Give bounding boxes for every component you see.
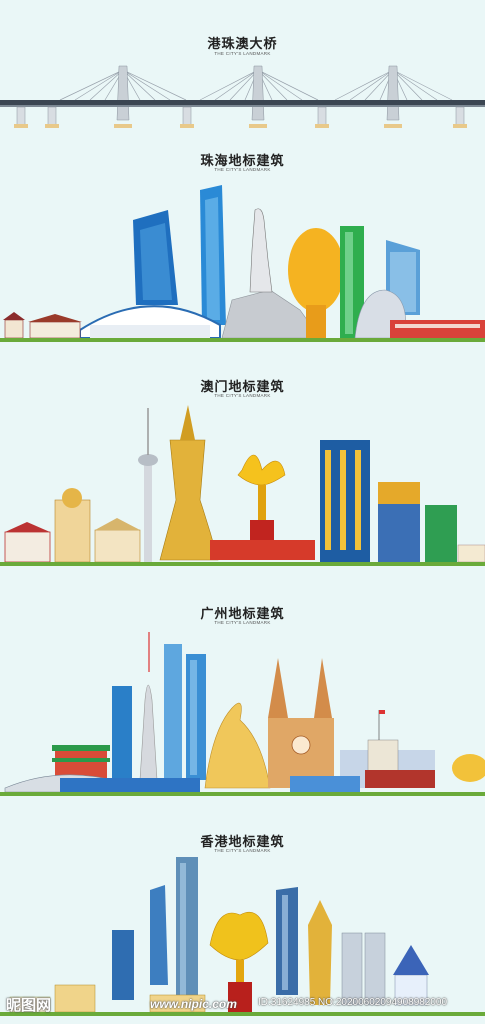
bridge-illustration xyxy=(0,65,485,128)
macau-skyline xyxy=(0,405,485,566)
zhuhai-skyline xyxy=(0,185,485,342)
hongkong-section: 香港地标建筑 THE CITY'S LANDMARK xyxy=(0,815,485,1024)
watermark-id: ID:31624985 NO:20200602094908982000 xyxy=(258,997,448,1008)
watermark-site: www.nipic.com xyxy=(150,997,237,1011)
guangzhou-section: 广州地标建筑 THE CITY'S LANDMARK xyxy=(0,590,485,815)
macau-section: 澳门地标建筑 THE CITY'S LANDMARK xyxy=(0,360,485,590)
bridge-section: 港珠澳大桥 THE CITY'S LANDMARK xyxy=(0,0,485,140)
hongkong-skyline xyxy=(0,857,485,1016)
zhuhai-section: 珠海地标建筑 THE CITY'S LANDMARK xyxy=(0,140,485,360)
watermark-logo: 昵图网 xyxy=(6,996,52,1014)
guangzhou-skyline xyxy=(0,632,485,796)
